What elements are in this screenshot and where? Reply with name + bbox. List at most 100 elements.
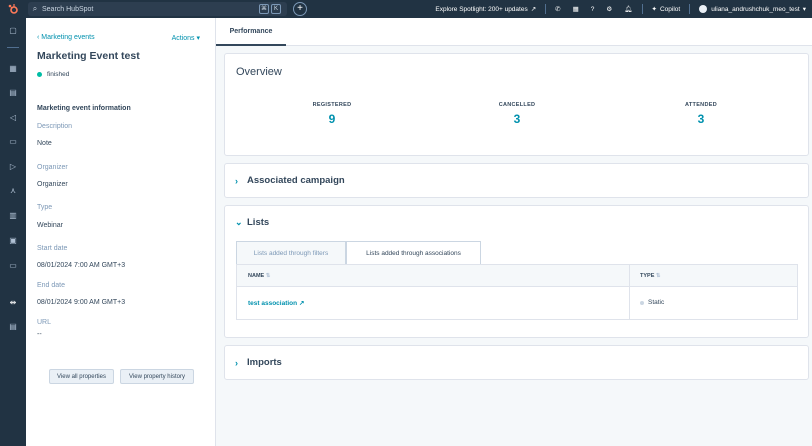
chevron-down-icon: ⌄ <box>235 217 243 227</box>
stat-label: CANCELLED <box>498 102 536 108</box>
column-divider <box>629 265 630 319</box>
property-label: Organizer <box>37 164 68 171</box>
stat-value: 9 <box>328 112 336 126</box>
chevron-down-icon: ▾ <box>802 6 806 13</box>
lists-subtabs: Lists added through filters Lists added … <box>236 241 481 265</box>
notifications-bell-icon[interactable]: 🔔︎ <box>618 0 638 18</box>
left-nav-rail: ▢ ▦ ▤ ◁ ▭ ▷ ⋏ ▥ ▣ ▭ ⇹ ▤ <box>0 18 26 446</box>
top-right-actions: Explore Spotlight: 200+ updates ↗ ✆ ▦ ? … <box>429 0 812 18</box>
stat-label: ATTENDED <box>685 102 717 108</box>
divider <box>689 4 691 14</box>
chevron-down-icon: ▾ <box>196 35 200 42</box>
tab-lists-filters[interactable]: Lists added through filters <box>236 241 346 265</box>
divider <box>7 47 19 48</box>
breadcrumb[interactable]: ‹ Marketing events <box>37 34 95 41</box>
stat-registered: REGISTERED 9 <box>287 102 377 126</box>
commerce-icon[interactable]: ▷ <box>0 162 26 171</box>
view-property-history-button[interactable]: View property history <box>120 369 194 384</box>
data-management-icon[interactable]: ▣ <box>0 236 26 245</box>
associated-campaign-toggle[interactable]: › Associated campaign <box>235 175 345 186</box>
hubspot-logo-icon[interactable] <box>0 0 26 18</box>
imports-card: › Imports <box>224 345 809 380</box>
property-value[interactable]: 08/01/2024 9:00 AM GMT+3 <box>37 299 125 306</box>
stat-cancelled: CANCELLED 3 <box>472 102 562 126</box>
tab-lists-associations[interactable]: Lists added through associations <box>346 241 481 265</box>
lists-card: ⌄ Lists Lists added through filters List… <box>224 205 809 338</box>
avatar <box>699 5 708 13</box>
overview-card: Overview REGISTERED 9 CANCELLED 3 ATTEND… <box>224 53 809 156</box>
column-header-name[interactable]: NAME ⇅ <box>248 273 270 279</box>
list-name: test association <box>248 300 298 307</box>
stat-value: 3 <box>697 112 705 126</box>
kbd-command-key: ⌘ <box>259 4 269 14</box>
list-type-cell: Static <box>640 299 664 306</box>
column-label: NAME <box>248 273 265 279</box>
property-value[interactable]: 08/01/2024 7:00 AM GMT+3 <box>37 262 125 269</box>
property-value[interactable]: Organizer <box>37 181 68 188</box>
help-icon[interactable]: ? <box>585 0 601 18</box>
property-label: URL <box>37 319 52 326</box>
lists-toggle[interactable]: ⌄ Lists <box>235 217 269 228</box>
reporting-icon[interactable]: ▥ <box>0 211 26 220</box>
stat-attended: ATTENDED 3 <box>656 102 746 126</box>
sort-icon: ⇅ <box>655 273 661 279</box>
divider <box>545 4 547 14</box>
spotlight-link[interactable]: Explore Spotlight: 200+ updates ↗ <box>429 0 542 18</box>
property-label: Type <box>37 204 53 211</box>
list-name-link[interactable]: test association ↗ <box>248 299 304 307</box>
top-nav-bar: ⌕ Search HubSpot ⌘ K + Explore Spotlight… <box>0 0 812 18</box>
table-header: NAME ⇅ TYPE ⇅ <box>237 265 797 287</box>
content-icon[interactable]: ▭ <box>0 137 26 146</box>
calling-icon[interactable]: ✆ <box>549 0 566 18</box>
imports-toggle[interactable]: › Imports <box>235 357 282 368</box>
search-placeholder: Search HubSpot <box>42 5 94 13</box>
marketing-icon[interactable]: ◁ <box>0 113 26 122</box>
sparkle-icon: ✦ <box>651 6 657 13</box>
marketplace-icon[interactable]: ▦ <box>567 0 585 18</box>
actions-dropdown[interactable]: Actions ▾ <box>172 34 200 42</box>
property-label: Description <box>37 123 73 130</box>
record-sidebar: ‹ Marketing events Actions ▾ Marketing E… <box>26 18 216 446</box>
overview-title: Overview <box>236 66 282 78</box>
copilot-label: Copilot <box>659 5 681 13</box>
property-value[interactable]: -- <box>37 331 42 338</box>
column-header-type[interactable]: TYPE ⇅ <box>640 273 661 279</box>
column-label: TYPE <box>640 273 655 279</box>
crm-icon[interactable]: ▤ <box>0 88 26 97</box>
section-title: Lists <box>247 217 270 228</box>
stat-label: REGISTERED <box>312 102 352 108</box>
divider <box>641 4 643 14</box>
global-search-input[interactable]: ⌕ Search HubSpot ⌘ K <box>28 2 287 16</box>
create-plus-button[interactable]: + <box>293 2 307 16</box>
external-link-icon: ↗ <box>530 6 537 13</box>
breadcrumb-label: Marketing events <box>41 34 95 41</box>
type-dot-icon <box>640 300 644 305</box>
automation-icon[interactable]: ⋏ <box>0 186 26 195</box>
section-title: Marketing event information <box>37 105 131 112</box>
copilot-button[interactable]: ✦ Copilot <box>646 0 687 18</box>
property-value[interactable]: Webinar <box>37 222 63 229</box>
property-label: End date <box>37 282 66 289</box>
section-title: Imports <box>247 357 282 368</box>
spotlight-label: Explore Spotlight: 200+ updates <box>435 5 528 13</box>
bookmarks-icon[interactable]: ▢ <box>0 26 26 35</box>
property-value[interactable]: Note <box>37 140 52 147</box>
account-name: uliana_andrushchuk_meo_test <box>711 5 800 13</box>
kbd-k-key: K <box>271 4 281 14</box>
page-title: Marketing Event test <box>37 50 140 62</box>
chevron-right-icon: › <box>235 175 238 186</box>
view-all-properties-button[interactable]: View all properties <box>49 369 114 384</box>
section-title: Associated campaign <box>247 175 345 186</box>
chevron-right-icon: › <box>235 357 238 368</box>
search-icon: ⌕ <box>32 4 38 13</box>
associated-campaign-card: › Associated campaign <box>224 163 809 198</box>
status-label: finished <box>47 71 70 78</box>
workspaces-icon[interactable]: ▦ <box>0 64 26 73</box>
account-menu[interactable]: uliana_andrushchuk_meo_test ▾ <box>693 0 812 18</box>
expand-nav-icon[interactable]: ⇹ <box>0 298 26 307</box>
library-icon[interactable]: ▭ <box>0 261 26 270</box>
tab-performance[interactable]: Performance <box>216 18 286 46</box>
settings-gear-icon[interactable]: ⚙ <box>600 0 618 18</box>
reports-list-icon[interactable]: ▤ <box>0 322 26 331</box>
stat-value: 3 <box>513 112 521 126</box>
